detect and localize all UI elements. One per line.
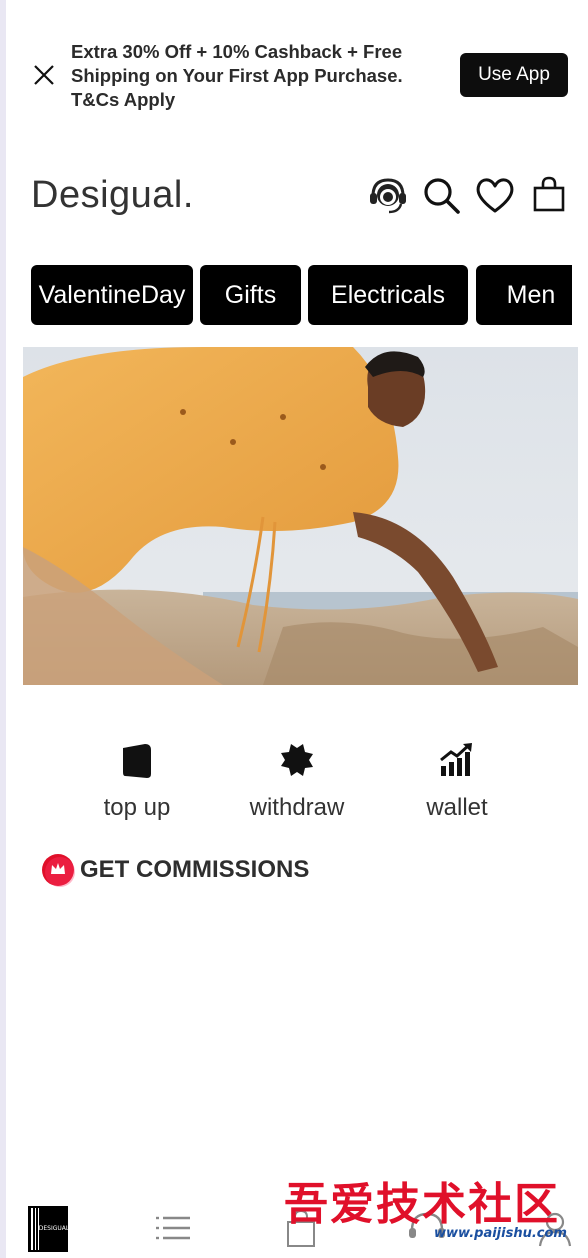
get-commissions-label: GET COMMISSIONS (80, 856, 310, 883)
promo-line-2: Shipping on Your First App Purchase. (71, 65, 403, 86)
category-chip-electricals[interactable]: Electricals (308, 265, 468, 325)
watermark: 吾爱技术社区 www.paijishu.com (284, 1180, 584, 1258)
gear-splat-icon (281, 744, 313, 776)
crown-badge-icon (42, 854, 75, 887)
brand-logo[interactable]: Desigual. (31, 174, 194, 217)
promo-text: Extra 30% Off + 10% Cashback + Free Ship… (71, 40, 431, 112)
top-up-action[interactable]: top up (62, 740, 212, 822)
watermark-text: 吾爱技术社区 (284, 1179, 560, 1230)
wallet-card-icon (123, 744, 151, 778)
bottom-logo-text: DESIGUAL (39, 1225, 70, 1232)
heart-icon[interactable] (474, 174, 516, 216)
search-icon[interactable] (420, 174, 462, 216)
promo-line-1: Extra 30% Off + 10% Cashback + Free (71, 41, 403, 62)
top-up-label: top up (103, 794, 171, 821)
category-chips: ValentineDay Gifts Electricals Men (31, 265, 572, 327)
menu-list-icon[interactable] (150, 1202, 200, 1252)
bag-icon[interactable] (528, 174, 570, 216)
withdraw-label: withdraw (249, 794, 345, 821)
app-screen: Extra 30% Off + 10% Cashback + Free Ship… (0, 0, 588, 1258)
home-logo-icon[interactable]: DESIGUAL (22, 1202, 72, 1252)
close-icon[interactable] (32, 63, 56, 87)
promo-banner: Extra 30% Off + 10% Cashback + Free Ship… (22, 30, 574, 120)
get-commissions[interactable]: GET COMMISSIONS (40, 850, 309, 890)
watermark-url: www.paijishu.com (434, 1226, 567, 1241)
wallet-action[interactable]: wallet (382, 740, 532, 822)
wallet-label: wallet (426, 794, 488, 821)
hero-banner-image[interactable] (23, 347, 578, 685)
category-chip-valentineday[interactable]: ValentineDay (31, 265, 193, 325)
promo-line-3: T&Cs Apply (71, 89, 176, 110)
category-chip-gifts[interactable]: Gifts (200, 265, 301, 325)
category-chip-men[interactable]: Men (476, 265, 572, 325)
left-edge (0, 0, 6, 1258)
growth-chart-icon (440, 743, 472, 776)
use-app-button[interactable]: Use App (460, 53, 568, 97)
support-headset-icon[interactable] (367, 174, 409, 216)
withdraw-action[interactable]: withdraw (222, 740, 372, 822)
